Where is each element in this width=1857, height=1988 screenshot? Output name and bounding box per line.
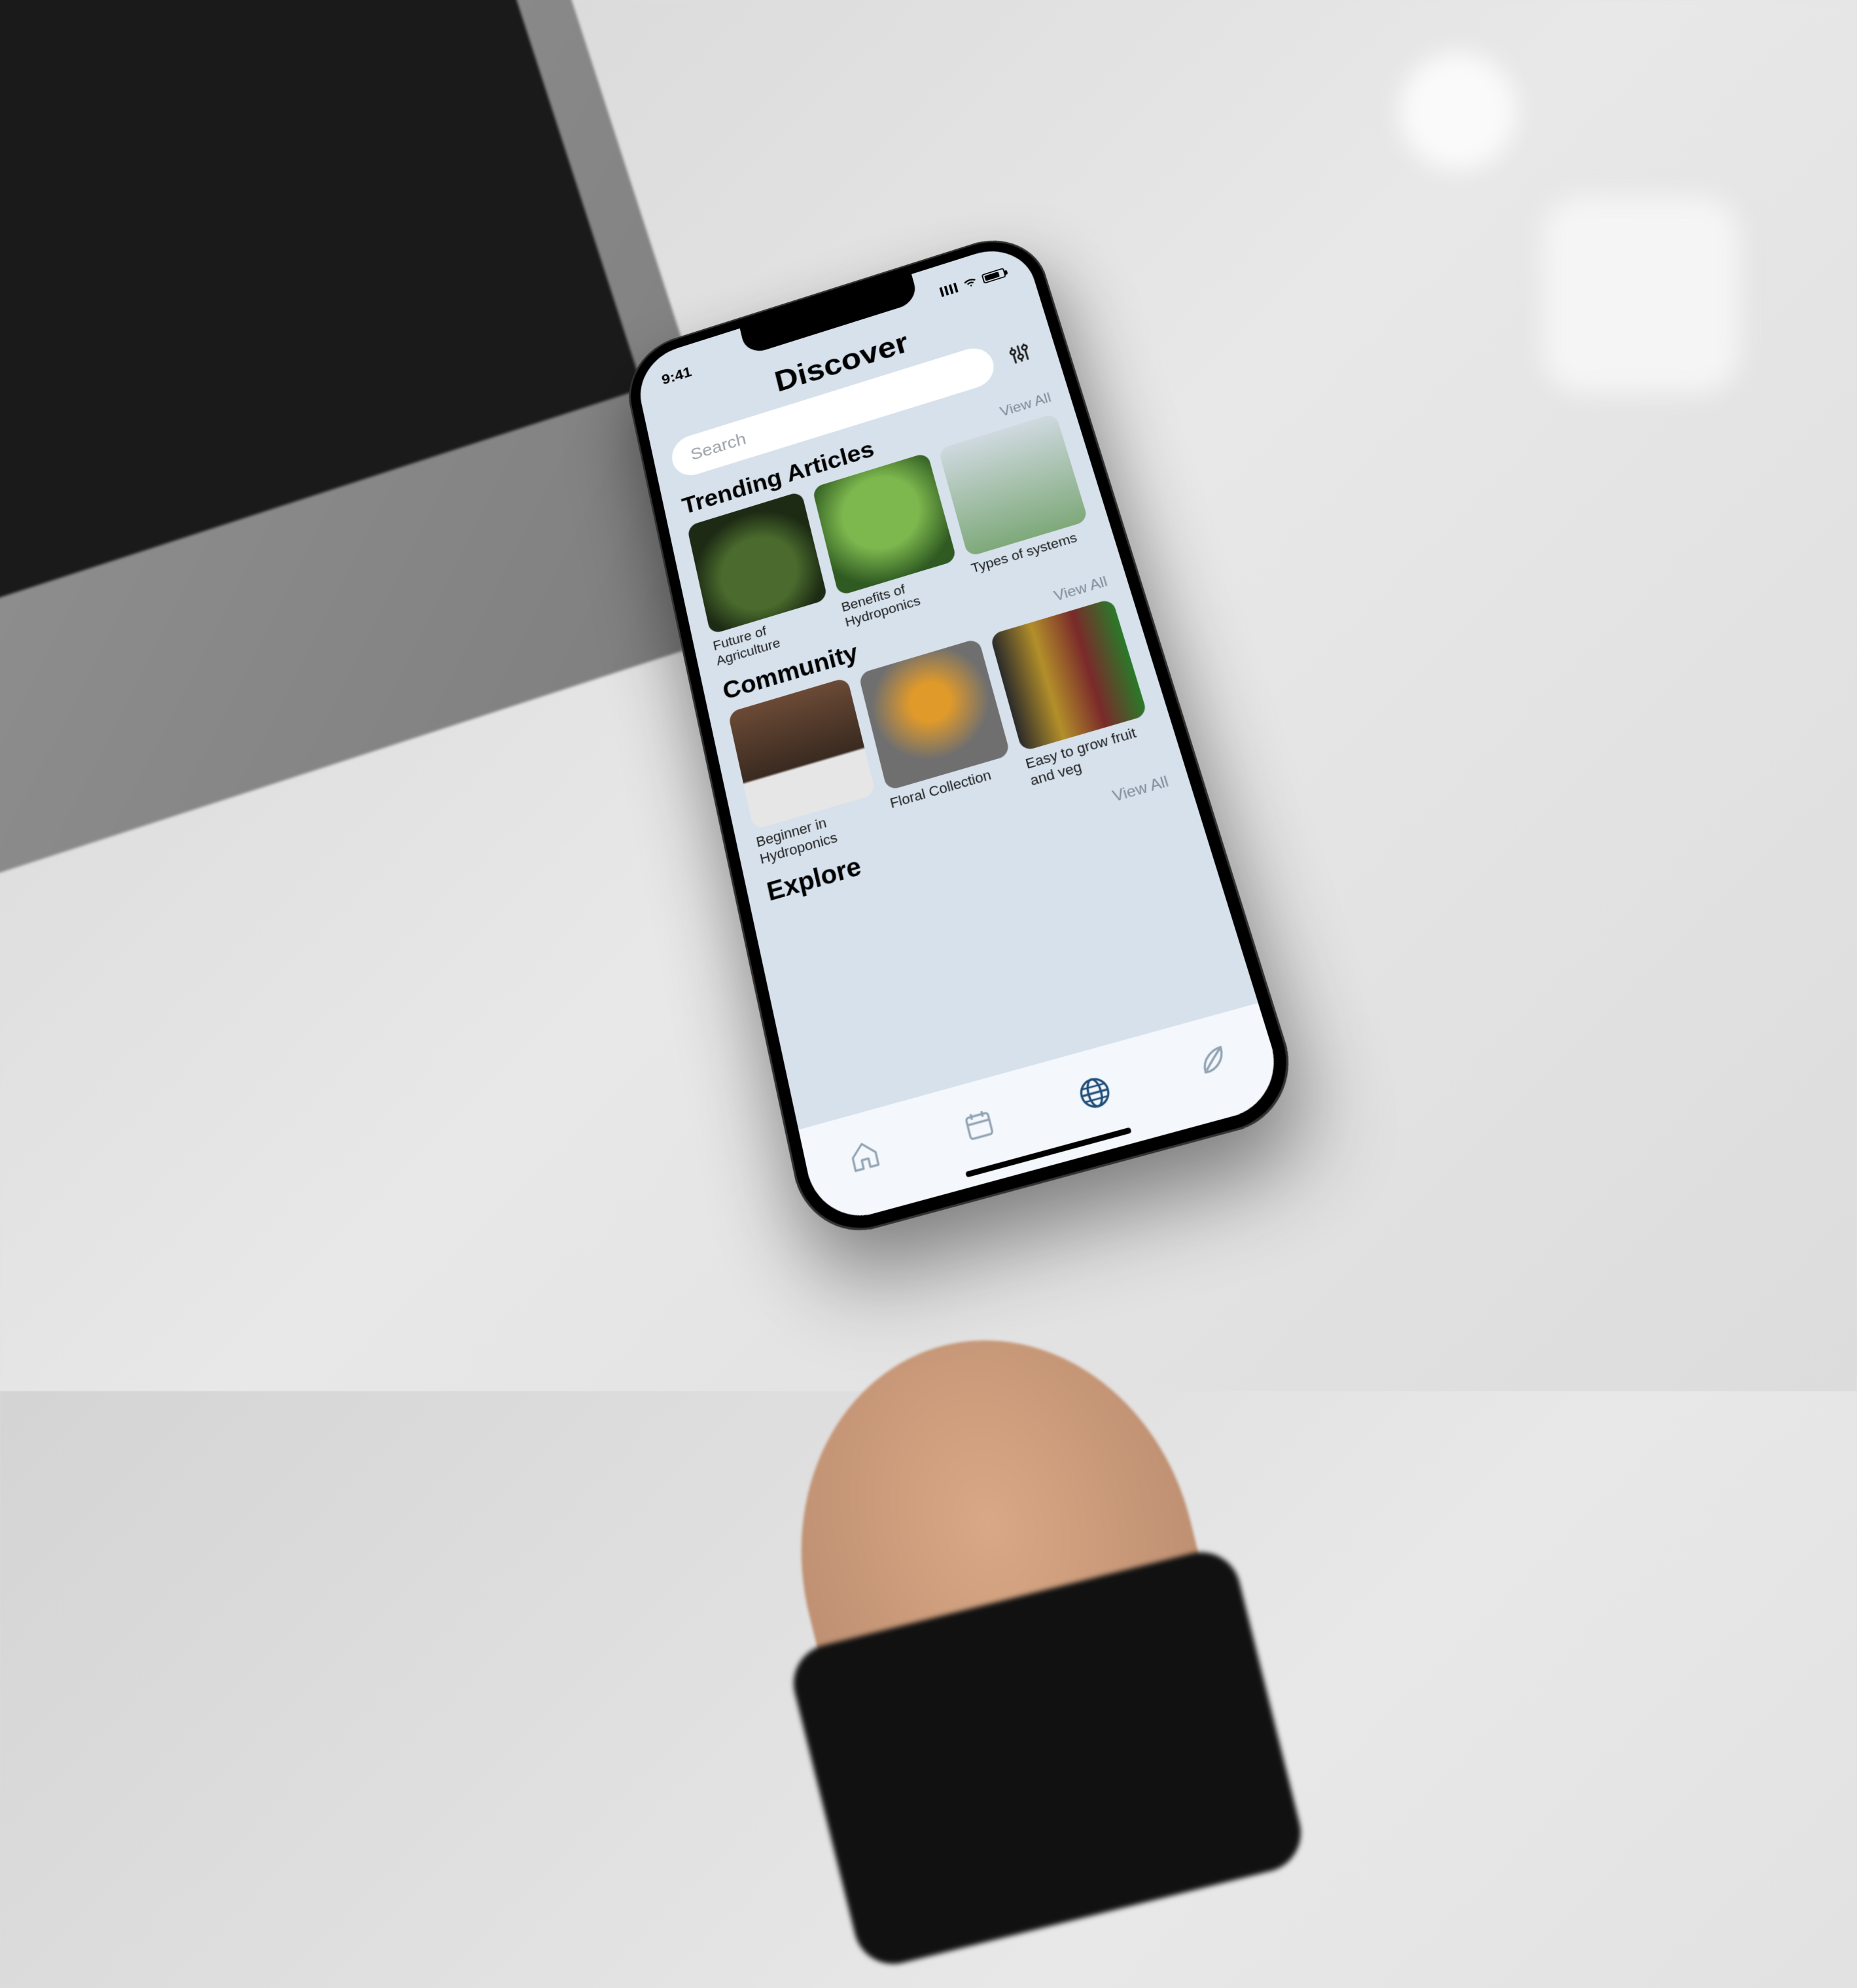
community-label: Floral Collection — [889, 760, 1017, 812]
phone-screen: 9:41 Discover — [633, 240, 1288, 1228]
leaf-icon — [1192, 1040, 1233, 1082]
cellular-icon — [940, 283, 960, 297]
globe-icon — [1073, 1071, 1117, 1115]
home-indicator[interactable] — [965, 1127, 1131, 1177]
section-title-explore: Explore — [764, 852, 864, 907]
tab-home[interactable] — [840, 1129, 889, 1182]
calendar-icon — [959, 1104, 999, 1145]
sliders-icon — [1004, 340, 1035, 368]
community-card[interactable]: Easy to grow fruit and veg — [990, 599, 1159, 789]
article-card[interactable]: Future of Agriculture — [686, 491, 836, 669]
tab-plants[interactable] — [1185, 1034, 1239, 1088]
phone-frame: 9:41 Discover — [619, 226, 1307, 1246]
filter-button[interactable] — [999, 334, 1040, 373]
article-card[interactable]: Types of systems — [938, 413, 1099, 592]
wifi-icon — [961, 273, 980, 293]
airpods-case-prop — [1543, 196, 1739, 393]
status-time: 9:41 — [660, 363, 694, 388]
community-card[interactable]: Beginner in Hydroponics — [728, 677, 885, 868]
tab-bar — [798, 1003, 1288, 1228]
view-all-community[interactable]: View All — [1052, 574, 1110, 606]
community-label: Beginner in Hydroponics — [754, 799, 885, 867]
tab-discover[interactable] — [1069, 1066, 1121, 1119]
community-card[interactable]: Floral Collection — [858, 638, 1021, 828]
article-card[interactable]: Benefits of Hydroponics — [812, 452, 967, 631]
community-thumb — [858, 638, 1011, 790]
home-icon — [845, 1135, 883, 1176]
content-scroll[interactable]: Trending Articles View All Future of Agr… — [662, 372, 1258, 1130]
battery-icon — [982, 268, 1006, 284]
tab-calendar[interactable] — [953, 1098, 1004, 1151]
community-label: Easy to grow fruit and veg — [1024, 720, 1159, 789]
community-thumb — [990, 599, 1148, 752]
view-all-explore[interactable]: View All — [1110, 773, 1171, 806]
community-thumb — [728, 677, 875, 830]
airpod-bud-prop — [1399, 52, 1517, 170]
